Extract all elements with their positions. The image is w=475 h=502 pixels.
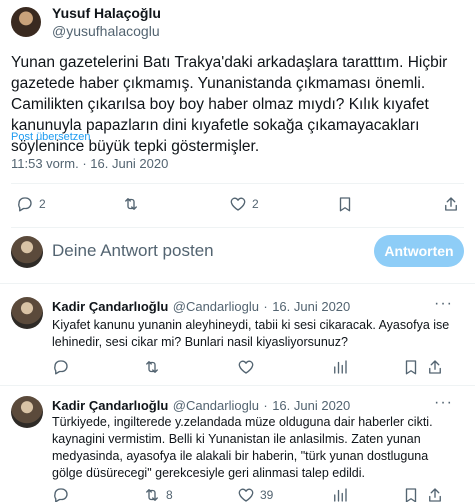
divider: [11, 227, 464, 228]
reply-action[interactable]: [52, 358, 70, 376]
reply-icon: [54, 360, 68, 375]
reply-author-name[interactable]: Kadir Çandarlıoğlu: [52, 299, 168, 314]
reply-icon: [54, 488, 68, 502]
reply-text: Türkiyede, ingilterede y.zelandada müze …: [52, 415, 433, 480]
bookmark-icon: [405, 488, 417, 502]
divider: [0, 385, 475, 386]
heart-icon: [238, 360, 254, 374]
views-action[interactable]: [331, 486, 349, 502]
share-action[interactable]: [442, 195, 460, 213]
heart-icon: [230, 197, 246, 211]
views-icon: [334, 360, 347, 374]
heart-icon: [238, 488, 254, 502]
tweet-time: 11:53 vorm.: [11, 156, 79, 171]
more-options-icon[interactable]: ···: [434, 394, 453, 412]
retweet-action[interactable]: 8: [143, 486, 173, 502]
tweet-date: 16. Juni 2020: [90, 156, 169, 171]
share-icon: [429, 488, 441, 502]
like-count: 2: [252, 197, 259, 211]
views-action[interactable]: [331, 358, 349, 376]
reply-date[interactable]: 16. Juni 2020: [272, 398, 350, 413]
reply-avatar[interactable]: [11, 396, 43, 428]
share-icon: [429, 360, 441, 374]
reply-action[interactable]: [52, 486, 70, 502]
reply-author-name[interactable]: Kadir Çandarlıoğlu: [52, 398, 168, 413]
author-name[interactable]: Yusuf Halaçoğlu: [52, 5, 161, 21]
like-count: 39: [260, 488, 274, 502]
reply-header: Kadir Çandarlıoğlu @Candarlioglu · 16. J…: [52, 298, 350, 316]
divider: [11, 183, 464, 184]
reply-input[interactable]: Deine Antwort posten: [52, 241, 214, 261]
share-action[interactable]: [426, 358, 444, 376]
like-action[interactable]: [237, 358, 255, 376]
like-action[interactable]: 2: [229, 195, 259, 213]
reply-icon: [18, 197, 32, 212]
like-action[interactable]: 39: [237, 486, 273, 502]
reply-submit-button[interactable]: Antworten: [374, 235, 464, 267]
translate-link[interactable]: Post übersetzen: [11, 131, 91, 143]
reply-date-separator: ·: [263, 299, 268, 314]
bookmark-action[interactable]: [402, 486, 420, 502]
share-action[interactable]: [426, 486, 444, 502]
retweet-count: 8: [166, 488, 173, 502]
author-handle[interactable]: @yusufhalacoglu: [52, 23, 160, 39]
reply-avatar[interactable]: [11, 297, 43, 329]
tweet-timestamp[interactable]: 11:53 vorm. · 16. Juni 2020: [11, 156, 168, 171]
views-icon: [334, 488, 347, 502]
share-icon: [445, 197, 457, 211]
author-avatar[interactable]: [11, 7, 41, 37]
reply-text: Kiyafet kanunu yunanin aleyhineydi, tabi…: [52, 318, 450, 349]
reply-count: 2: [39, 197, 46, 211]
bookmark-action[interactable]: [402, 358, 420, 376]
reply-author-handle[interactable]: @Candarlioglu: [173, 398, 259, 413]
divider: [0, 283, 475, 284]
reply-author-handle[interactable]: @Candarlioglu: [173, 299, 259, 314]
reply-action[interactable]: 2: [16, 195, 46, 213]
retweet-icon: [146, 489, 158, 501]
user-avatar[interactable]: [11, 236, 43, 268]
reply-header: Kadir Çandarlıoğlu @Candarlioglu · 16. J…: [52, 397, 350, 415]
retweet-action[interactable]: [122, 195, 145, 213]
bookmark-icon: [339, 197, 351, 212]
date-separator: ·: [82, 156, 87, 171]
bookmark-icon: [405, 360, 417, 375]
retweet-icon: [146, 361, 158, 373]
reply-date[interactable]: 16. Juni 2020: [272, 299, 350, 314]
retweet-icon: [125, 198, 137, 210]
more-options-icon[interactable]: ···: [434, 295, 453, 313]
reply-date-separator: ·: [263, 398, 268, 413]
bookmark-action[interactable]: [336, 195, 354, 213]
retweet-action[interactable]: [143, 358, 161, 376]
